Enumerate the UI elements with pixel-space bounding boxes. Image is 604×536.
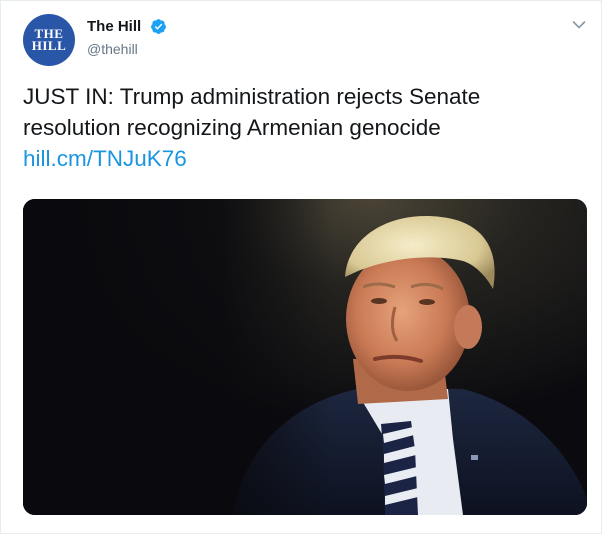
- tweet-link[interactable]: hill.cm/TNJuK76: [23, 143, 187, 174]
- tweet-card[interactable]: THE HILL The Hill @thehill JUST IN: Trum…: [0, 0, 602, 534]
- photo-illustration: [23, 199, 587, 515]
- chevron-down-icon: [572, 21, 586, 29]
- avatar[interactable]: THE HILL: [23, 14, 75, 66]
- tweet-text: JUST IN: Trump administration rejects Se…: [23, 84, 481, 140]
- tweet-menu-button[interactable]: [569, 15, 589, 35]
- display-name[interactable]: The Hill: [87, 18, 141, 35]
- avatar-text-line2: HILL: [31, 38, 67, 53]
- tweet-media-photo[interactable]: [23, 199, 587, 515]
- verified-badge-icon: [151, 19, 166, 34]
- user-handle[interactable]: @thehill: [87, 41, 138, 57]
